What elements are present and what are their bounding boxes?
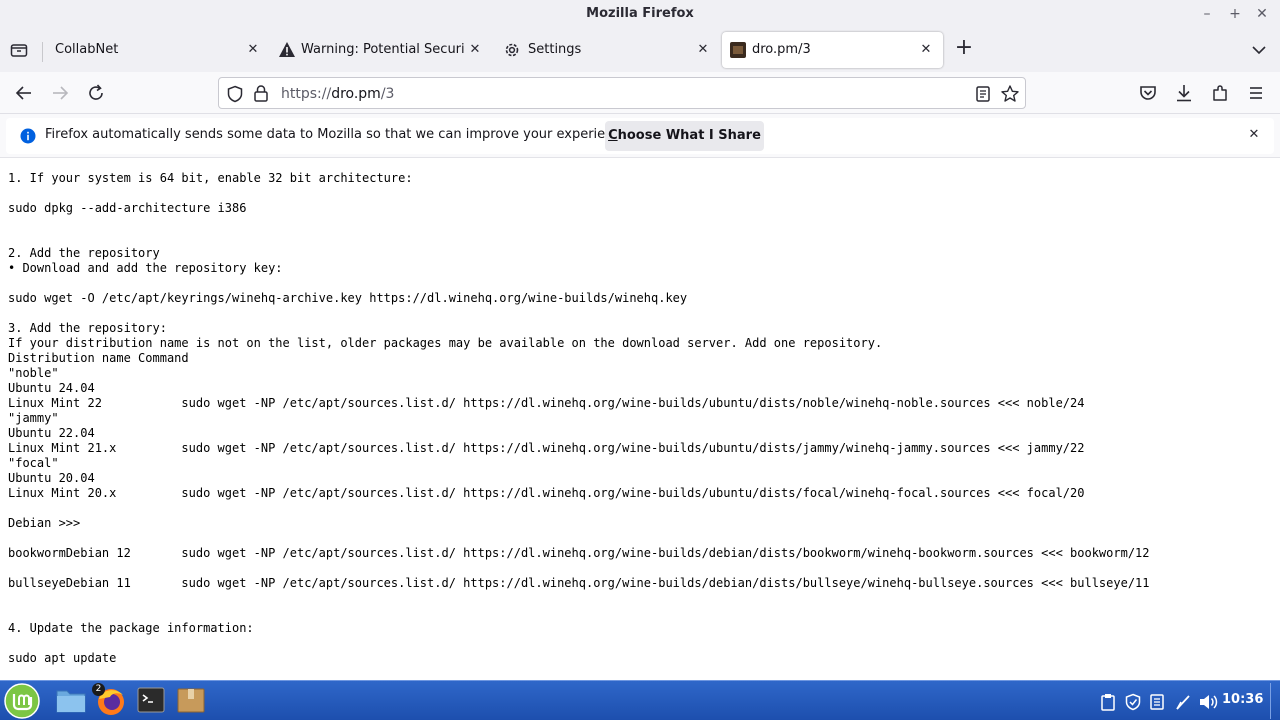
package-archive-icon[interactable] bbox=[175, 685, 207, 715]
content-line: 2. Add the repository bbox=[8, 246, 160, 260]
network-tray-icon[interactable] bbox=[1174, 693, 1192, 715]
warning-icon bbox=[278, 41, 296, 62]
content-line: Ubuntu 22.04 bbox=[8, 426, 95, 440]
bookmark-star-icon[interactable] bbox=[1000, 84, 1020, 108]
content-line: 3. Add the repository: bbox=[8, 321, 167, 335]
notes-tray-icon[interactable] bbox=[1149, 693, 1165, 715]
url-text[interactable]: https://dro.pm/3 bbox=[281, 86, 394, 102]
content-line: "jammy" bbox=[8, 411, 59, 425]
content-line: sudo wget -O /etc/apt/keyrings/winehq-ar… bbox=[8, 291, 688, 305]
window-title: Mozilla Firefox bbox=[586, 6, 694, 21]
content-line: 4. Update the package information: bbox=[8, 621, 254, 635]
content-line: Linux Mint 22 sudo wget -NP /etc/apt/sou… bbox=[8, 396, 1085, 410]
padlock-icon[interactable] bbox=[253, 84, 269, 106]
list-all-tabs-icon[interactable] bbox=[1250, 42, 1268, 58]
choose-what-i-share-button[interactable]: Choose What I Share bbox=[605, 121, 764, 151]
tab-security-warning[interactable]: Warning: Potential Security Risk Ahead ✕ bbox=[272, 32, 490, 68]
content-line: sudo dpkg --add-architecture i386 bbox=[8, 201, 247, 215]
content-line: bookwormDebian 12 sudo wget -NP /etc/apt… bbox=[8, 546, 1150, 560]
close-icon[interactable]: ✕ bbox=[1252, 4, 1272, 24]
content-line: bullseyeDebian 11 sudo wget -NP /etc/apt… bbox=[8, 576, 1150, 590]
url-bar[interactable]: https://dro.pm/3 bbox=[218, 77, 1026, 109]
forward-arrow-icon[interactable] bbox=[48, 81, 72, 105]
info-icon bbox=[20, 128, 36, 148]
tab-collabnet[interactable]: CollabNet ✕ bbox=[44, 32, 270, 68]
taskbar-clock[interactable]: 10:36 bbox=[1222, 692, 1263, 707]
tracking-protection-shield-icon[interactable] bbox=[226, 85, 244, 107]
clipboard-tray-icon[interactable] bbox=[1100, 693, 1116, 715]
firefox-view-icon[interactable] bbox=[10, 42, 28, 58]
tab-label: Settings bbox=[528, 42, 582, 57]
notification-message: Firefox automatically sends some data to… bbox=[45, 127, 633, 142]
hamburger-menu-icon[interactable] bbox=[1244, 81, 1268, 105]
content-line: 1. If your system is 64 bit, enable 32 b… bbox=[8, 171, 413, 185]
content-line: Debian >>> bbox=[8, 516, 81, 530]
files-folder-icon[interactable] bbox=[55, 685, 87, 715]
terminal-icon[interactable] bbox=[136, 685, 166, 715]
content-line: "noble" bbox=[8, 366, 59, 380]
notification-panel: Firefox automatically sends some data to… bbox=[6, 118, 1274, 154]
extensions-icon[interactable] bbox=[1208, 81, 1232, 105]
page-content: 1. If your system is 64 bit, enable 32 b… bbox=[0, 159, 1280, 680]
tab-separator bbox=[42, 42, 43, 62]
volume-tray-icon[interactable] bbox=[1198, 693, 1218, 715]
new-tab-button[interactable]: + bbox=[954, 36, 974, 60]
notification-close-icon[interactable]: ✕ bbox=[1246, 127, 1262, 143]
reader-view-icon[interactable] bbox=[975, 85, 991, 107]
content-line: Linux Mint 20.x sudo wget -NP /etc/apt/s… bbox=[8, 486, 1085, 500]
downloads-icon[interactable] bbox=[1172, 81, 1196, 105]
button-label: hoose What I Share bbox=[617, 128, 761, 143]
url-path: /3 bbox=[380, 86, 395, 102]
taskbar: 2 10:36 bbox=[0, 680, 1280, 720]
window-titlebar: Mozilla Firefox – + ✕ bbox=[0, 0, 1280, 28]
firefox-window-count-badge: 2 bbox=[92, 683, 105, 696]
back-arrow-icon[interactable] bbox=[12, 81, 36, 105]
tab-strip: CollabNet ✕ Warning: Potential Security … bbox=[0, 28, 1280, 72]
content-line: • Download and add the repository key: bbox=[8, 261, 283, 275]
url-host: dro.pm bbox=[331, 86, 381, 102]
notification-bar: Firefox automatically sends some data to… bbox=[0, 114, 1280, 158]
content-line: Ubuntu 20.04 bbox=[8, 471, 95, 485]
content-line: Linux Mint 21.x sudo wget -NP /etc/apt/s… bbox=[8, 441, 1085, 455]
content-line: Ubuntu 24.04 bbox=[8, 381, 95, 395]
tab-dro-pm[interactable]: dro.pm/3 ✕ bbox=[722, 32, 943, 68]
mint-menu-icon[interactable] bbox=[2, 682, 42, 720]
navigation-toolbar: https://dro.pm/3 bbox=[0, 72, 1280, 114]
url-scheme: https:// bbox=[281, 86, 332, 102]
tab-close-icon[interactable]: ✕ bbox=[694, 41, 712, 59]
reload-icon[interactable] bbox=[84, 81, 108, 105]
show-desktop-button[interactable] bbox=[1270, 683, 1278, 719]
tab-close-icon[interactable]: ✕ bbox=[466, 41, 484, 59]
content-line: "focal" bbox=[8, 456, 59, 470]
tab-settings[interactable]: Settings ✕ bbox=[494, 32, 720, 68]
maximize-icon[interactable]: + bbox=[1225, 4, 1245, 24]
content-line: If your distribution name is not on the … bbox=[8, 336, 883, 350]
minimize-icon[interactable]: – bbox=[1197, 4, 1217, 24]
content-line: sudo apt update bbox=[8, 651, 117, 665]
content-line: Distribution name Command bbox=[8, 351, 189, 365]
tab-close-icon[interactable]: ✕ bbox=[917, 41, 935, 59]
pocket-icon[interactable] bbox=[1136, 81, 1160, 105]
tab-label: Warning: Potential Security Risk Ahead bbox=[301, 42, 464, 57]
button-access-key: C bbox=[608, 128, 618, 143]
gear-icon bbox=[503, 41, 521, 63]
tab-close-icon[interactable]: ✕ bbox=[244, 41, 262, 59]
shield-tray-icon[interactable] bbox=[1124, 693, 1142, 715]
site-favicon bbox=[730, 42, 746, 62]
tab-label: CollabNet bbox=[55, 42, 119, 57]
tab-label: dro.pm/3 bbox=[752, 42, 811, 57]
